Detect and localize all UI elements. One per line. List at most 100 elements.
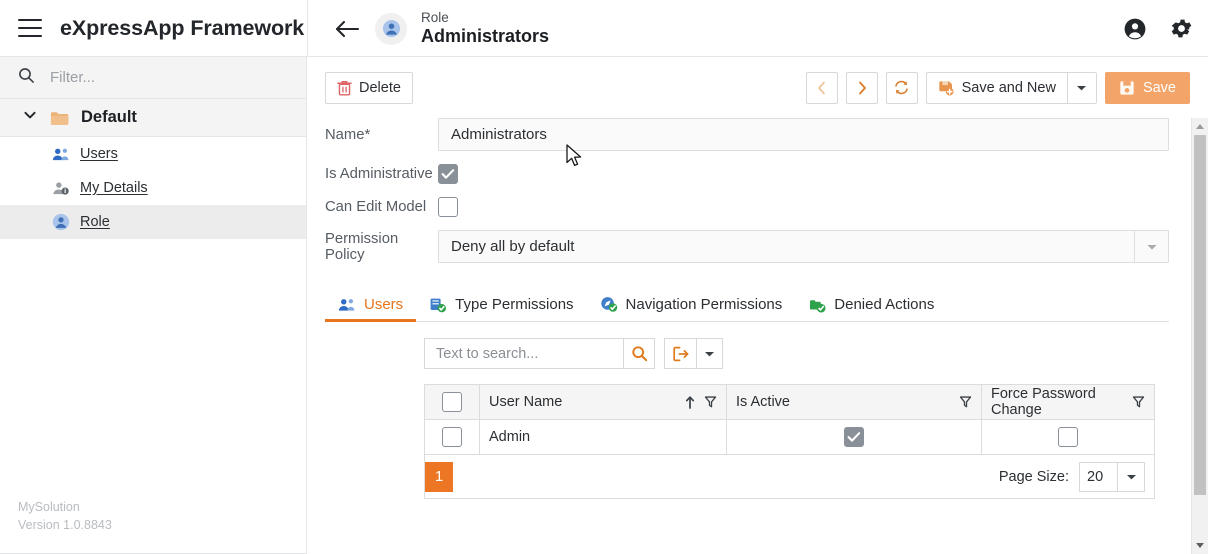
- save-icon: [1119, 80, 1135, 96]
- user-info-icon: [52, 180, 70, 196]
- tab-denied-actions[interactable]: Denied Actions: [795, 296, 947, 321]
- role-avatar-icon: [375, 12, 407, 45]
- cell-is-active: [727, 420, 982, 454]
- grid-search-row: [424, 338, 1208, 369]
- tab-users[interactable]: Users: [325, 296, 417, 322]
- row-checkbox[interactable]: [442, 427, 462, 447]
- denied-actions-icon: [808, 297, 826, 313]
- page-size-group: Page Size: 20: [999, 461, 1145, 492]
- body: Default Users: [0, 57, 1208, 554]
- delete-button[interactable]: Delete: [325, 71, 413, 104]
- permission-policy-select[interactable]: Deny all by default: [438, 230, 1169, 263]
- page-size-select[interactable]: 20: [1079, 461, 1145, 492]
- page-size-dropdown-arrow[interactable]: [1117, 461, 1145, 492]
- filter-icon[interactable]: [1132, 395, 1145, 409]
- tab-label: Users: [364, 296, 404, 313]
- gear-icon[interactable]: [1169, 16, 1194, 41]
- can-edit-model-label: Can Edit Model: [325, 199, 427, 215]
- vertical-scrollbar[interactable]: [1191, 118, 1208, 554]
- save-and-new-button[interactable]: Save and New: [925, 71, 1067, 104]
- chevron-right-icon: [855, 80, 869, 96]
- table-row[interactable]: Admin: [425, 420, 1154, 455]
- cell-force-password-change: [982, 420, 1154, 454]
- sidebar-group-default[interactable]: Default: [0, 99, 306, 137]
- sidebar-group-label: Default: [81, 108, 137, 126]
- tab-label: Denied Actions: [834, 296, 935, 313]
- grid-select-all-cell: [425, 385, 480, 419]
- is-administrative-checkbox[interactable]: [438, 164, 458, 184]
- save-button-label: Save: [1142, 79, 1176, 96]
- form-row-is-administrative: Is Administrative: [307, 164, 1208, 184]
- export-icon: [672, 346, 690, 362]
- sidebar-item-users[interactable]: Users: [0, 137, 306, 171]
- top-bar: eXpressApp Framework Role Administrators: [0, 0, 1208, 57]
- type-permissions-icon: [429, 297, 447, 313]
- is-active-checkbox[interactable]: [844, 427, 864, 447]
- search-icon: [631, 345, 648, 362]
- hamburger-icon[interactable]: [18, 19, 42, 37]
- save-button[interactable]: Save: [1104, 71, 1190, 104]
- form-row-can-edit-model: Can Edit Model: [307, 197, 1208, 217]
- main-content: Delete Save and New Save Name* Administr…: [307, 57, 1208, 554]
- detail-form: Name* Administrators Is Administrative C…: [307, 118, 1208, 276]
- column-header-label: Force Password Change: [991, 386, 1096, 418]
- search-icon: [18, 67, 35, 89]
- detail-tabs: Users Type Permissions Navigation Permis…: [325, 284, 1169, 322]
- save-and-new-dropdown[interactable]: [1066, 71, 1097, 104]
- permission-policy-label: Permission Policy: [325, 230, 399, 263]
- grid-pager: 1 Page Size: 20: [425, 455, 1154, 499]
- app-brand-title: eXpressApp Framework: [60, 15, 305, 40]
- tab-navigation-permissions[interactable]: Navigation Permissions: [587, 296, 796, 321]
- grid-column-user-name[interactable]: User Name: [480, 385, 727, 419]
- filter-icon[interactable]: [959, 395, 972, 409]
- sidebar-filter-input[interactable]: [48, 68, 248, 87]
- grid-header-row: User Name Is Active Force Password Chang…: [425, 385, 1154, 420]
- scroll-down-icon[interactable]: [1192, 537, 1208, 554]
- detail-header: Role Administrators: [307, 0, 549, 57]
- sidebar-item-role[interactable]: Role: [0, 205, 306, 239]
- export-dropdown-button[interactable]: [696, 338, 723, 369]
- scroll-up-icon[interactable]: [1192, 118, 1208, 135]
- grid-column-is-active[interactable]: Is Active: [727, 385, 982, 419]
- permission-policy-dropdown-arrow[interactable]: [1134, 231, 1168, 262]
- filter-icon[interactable]: [704, 395, 717, 409]
- search-input[interactable]: [424, 338, 623, 369]
- trash-icon: [337, 80, 352, 96]
- search-button[interactable]: [623, 338, 655, 369]
- arrow-left-icon[interactable]: [325, 19, 369, 39]
- tab-label: Navigation Permissions: [625, 296, 783, 313]
- chevron-left-icon: [815, 80, 829, 96]
- tab-label: Type Permissions: [455, 296, 574, 313]
- users-group-icon: [52, 146, 70, 162]
- detail-type-label: Role: [421, 10, 449, 26]
- toolbar-right-actions: Save and New Save: [805, 57, 1190, 118]
- sort-asc-icon[interactable]: [685, 395, 695, 410]
- application-window: eXpressApp Framework Role Administrators: [0, 0, 1208, 554]
- select-all-checkbox[interactable]: [442, 392, 462, 412]
- cell-user-name: Admin: [480, 420, 727, 454]
- can-edit-model-checkbox[interactable]: [438, 197, 458, 217]
- grid-column-force-password-change[interactable]: Force Password Change: [982, 385, 1154, 419]
- next-record-button[interactable]: [845, 71, 878, 104]
- sidebar: Default Users: [0, 57, 307, 554]
- delete-button-label: Delete: [359, 79, 401, 96]
- name-field[interactable]: Administrators: [438, 118, 1169, 151]
- form-row-name: Name* Administrators: [307, 118, 1208, 151]
- scrollbar-thumb[interactable]: [1194, 135, 1206, 495]
- caret-down-icon: [704, 350, 715, 358]
- refresh-button[interactable]: [885, 71, 918, 104]
- save-new-icon: [938, 80, 954, 96]
- tab-type-permissions[interactable]: Type Permissions: [416, 296, 586, 321]
- force-password-change-checkbox[interactable]: [1058, 427, 1078, 447]
- permission-policy-value: Deny all by default: [451, 238, 575, 255]
- sidebar-item-label: Role: [80, 214, 110, 230]
- previous-record-button[interactable]: [805, 71, 838, 104]
- export-button[interactable]: [664, 338, 696, 369]
- save-and-new-label: Save and New: [961, 79, 1056, 96]
- account-circle-icon[interactable]: [1123, 17, 1147, 41]
- page-button-1[interactable]: 1: [425, 461, 453, 492]
- chevron-down-icon[interactable]: [22, 107, 38, 128]
- sidebar-item-my-details[interactable]: My Details: [0, 171, 306, 205]
- users-group-icon: [338, 297, 356, 312]
